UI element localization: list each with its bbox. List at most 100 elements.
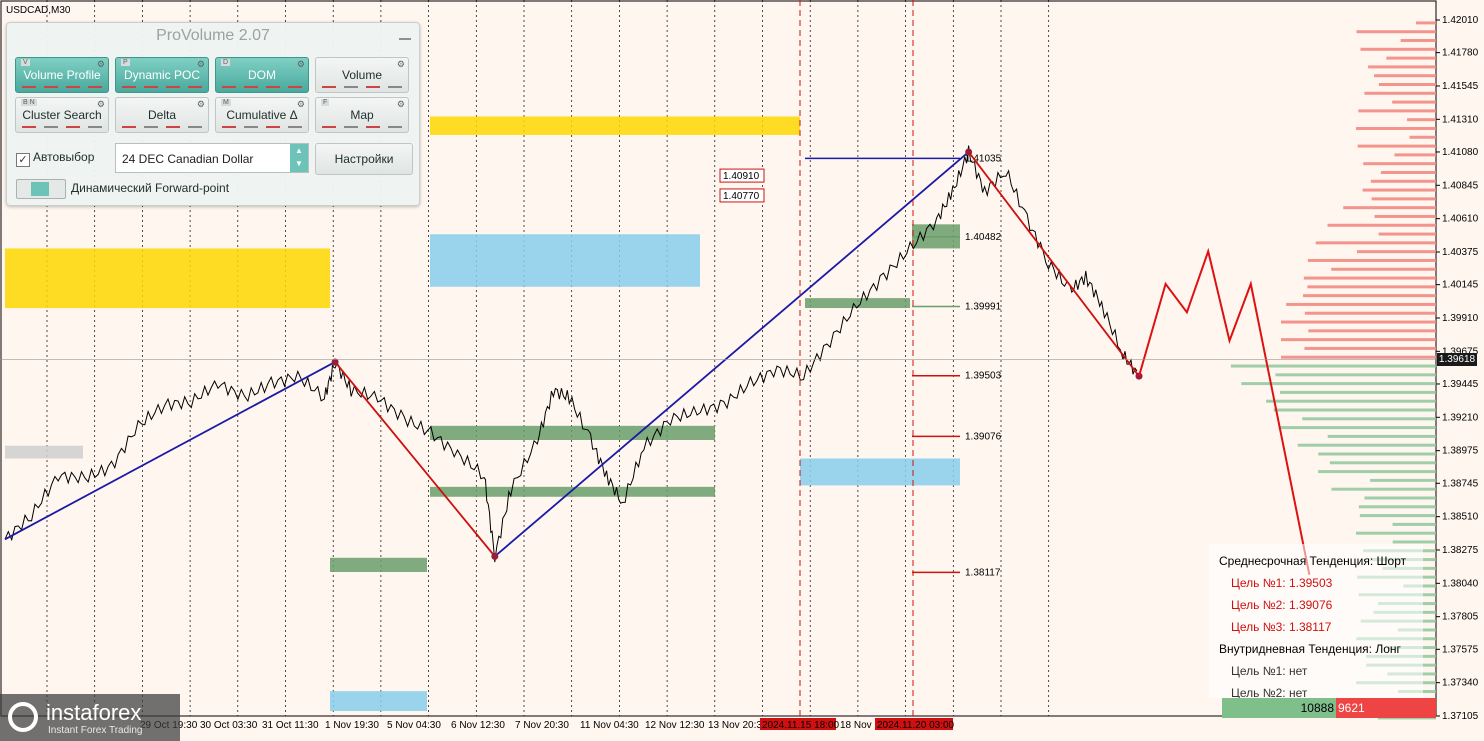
y-tick-label: 1.37575 — [1442, 644, 1479, 655]
provolume-panel: ProVolume 2.07 Volume Profile V ⚙ Dynamic P… — [6, 22, 420, 206]
profile-sell-bar — [1416, 21, 1436, 25]
profile-sell-bar — [1356, 250, 1436, 254]
zone-10 — [330, 691, 427, 712]
panel-button-cumulative-[interactable]: Cumulative Δ M ⚙ — [215, 97, 309, 133]
current-price-tag: 1.39618 — [1437, 353, 1477, 366]
panel-button-dynamic-poc[interactable]: Dynamic POC P ⚙ — [115, 57, 209, 93]
gear-icon[interactable]: ⚙ — [97, 59, 105, 70]
profile-sell-bar — [1368, 65, 1436, 69]
profile-sell-bar — [1281, 355, 1436, 359]
pivot-point — [965, 148, 973, 156]
x-tick-label: 30 Oct 03:30 — [200, 720, 258, 731]
trend-box: Среднесрочная Тенденция: Шорт Цель №1: 1… — [1209, 544, 1423, 700]
profile-buy-bar — [1327, 434, 1436, 438]
price-series — [4, 145, 1138, 563]
medium-target-3: Цель №3: 1.38117 — [1231, 620, 1332, 634]
x-tick-label: 6 Nov 12:30 — [451, 720, 505, 731]
profile-buy-bar — [1356, 531, 1436, 535]
profile-sell-bar — [1327, 223, 1436, 227]
profile-sell-bar — [1303, 276, 1436, 280]
profile-buy-bar — [1358, 505, 1436, 509]
logo-icon — [8, 702, 38, 732]
gear-icon[interactable]: ⚙ — [397, 99, 405, 110]
profile-sell-bar — [1360, 47, 1436, 51]
indicator-dots — [322, 126, 402, 129]
gear-icon[interactable]: ⚙ — [97, 99, 105, 110]
profile-buy-bar — [1275, 373, 1436, 377]
y-tick-label: 1.37340 — [1442, 678, 1479, 689]
y-tick-label: 1.38275 — [1442, 545, 1479, 556]
profile-sell-bar — [1307, 258, 1436, 262]
instaforex-logo: instaforex Instant Forex Trading — [0, 694, 180, 741]
instrument-select[interactable]: 24 DEC Canadian Dollar ▲ ▼ — [115, 143, 309, 173]
gear-icon[interactable]: ⚙ — [297, 99, 305, 110]
profile-sell-bar — [1362, 188, 1436, 192]
profile-buy-bar — [1370, 478, 1436, 482]
panel-button-volume[interactable]: Volume ⚙ — [315, 57, 409, 93]
gear-icon[interactable]: ⚙ — [197, 59, 205, 70]
profile-sell-bar — [1281, 320, 1436, 324]
forward-point-toggle[interactable] — [16, 179, 66, 199]
x-tick-label: 1 Nov 19:30 — [325, 720, 379, 731]
panel-button-delta[interactable]: Delta ⚙ — [115, 97, 209, 133]
profile-sell-bar — [1303, 294, 1436, 298]
indicator-dots — [22, 126, 102, 129]
profile-sell-bar — [1386, 56, 1436, 60]
profile-sell-bar — [1281, 338, 1436, 342]
indicator-dots — [222, 126, 302, 129]
gear-icon[interactable]: ⚙ — [197, 99, 205, 110]
gear-icon[interactable]: ⚙ — [397, 59, 405, 70]
panel-button-volume-profile[interactable]: Volume Profile V ⚙ — [15, 57, 109, 93]
profile-sell-bar — [1394, 153, 1436, 157]
panel-button-cluster-search[interactable]: Cluster Search B N ⚙ — [15, 97, 109, 133]
profile-sell-bar — [1356, 126, 1436, 130]
medium-target-2: Цель №2: 1.39076 — [1231, 598, 1333, 612]
panel-button-dom[interactable]: DOM D ⚙ — [215, 57, 309, 93]
panel-button-map[interactable]: Map F ⚙ — [315, 97, 409, 133]
profile-buy-bar — [1318, 470, 1436, 474]
instrument-value: 24 DEC Canadian Dollar — [122, 152, 254, 166]
profile-buy-bar — [1297, 443, 1436, 447]
y-tick-label: 1.39910 — [1442, 313, 1479, 324]
y-tick-label: 1.37105 — [1442, 711, 1479, 722]
time-marker-label: 2024.11.20 03:00 — [877, 720, 955, 731]
settings-button[interactable]: Настройки — [315, 143, 413, 175]
x-tick-label: 11 Nov 04:30 — [580, 720, 639, 731]
profile-sell-bar — [1357, 144, 1436, 148]
profile-buy-bar — [1266, 399, 1436, 403]
y-tick-label: 1.39445 — [1442, 379, 1479, 390]
check-icon: ✓ — [16, 153, 30, 167]
gear-icon[interactable]: ⚙ — [297, 59, 305, 70]
spinner-icon[interactable]: ▲ ▼ — [290, 144, 308, 172]
price-label: 1.40770 — [723, 191, 760, 202]
y-tick-label: 1.38040 — [1442, 578, 1479, 589]
profile-sell-bar — [1374, 74, 1436, 78]
minimize-icon[interactable] — [399, 38, 411, 40]
level-label: 1.39991 — [965, 301, 1002, 312]
pivot-point — [491, 552, 499, 560]
downtrend-line — [334, 361, 496, 557]
y-tick-label: 1.37805 — [1442, 612, 1479, 623]
forecast-path — [1138, 247, 1311, 575]
profile-buy-bar — [1364, 496, 1436, 500]
profile-buy-bar — [1359, 514, 1436, 518]
downtrend-line — [967, 151, 1140, 377]
profile-sell-bar — [1363, 162, 1436, 166]
profile-buy-bar — [1302, 417, 1436, 421]
profile-sell-bar — [1343, 206, 1436, 210]
hotkey-tag: F — [321, 99, 330, 106]
symbol-label: USDCAD,M30 — [6, 5, 71, 16]
x-tick-label: 13 Nov 20:30 — [708, 720, 768, 731]
autoselect-checkbox[interactable]: ✓ Автовыбор — [16, 150, 94, 167]
intraday-target-1: Цель №1: нет — [1231, 664, 1308, 678]
buy-volume: 10888 — [1222, 698, 1336, 718]
x-tick-label: 31 Oct 11:30 — [262, 720, 319, 731]
hotkey-tag: M — [221, 99, 231, 106]
x-tick-label: 5 Nov 04:30 — [387, 720, 441, 731]
y-tick-label: 1.41080 — [1442, 147, 1479, 158]
hotkey-tag: D — [221, 59, 231, 66]
time-marker-label: 2024.11.15 18:00 — [762, 720, 840, 731]
volume-balance-bar: 10888 9621 — [1222, 698, 1436, 718]
forward-point-label: Динамический Forward-point — [71, 181, 230, 195]
profile-buy-bar — [1392, 522, 1436, 526]
